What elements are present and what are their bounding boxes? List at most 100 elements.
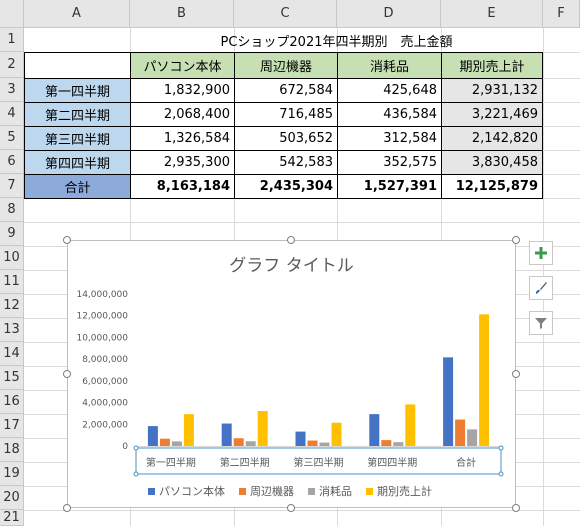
resize-handle-bottom-left[interactable] [63, 504, 71, 512]
bar[interactable] [331, 422, 342, 446]
row-header-17[interactable]: 17 [0, 414, 24, 438]
row-header-16[interactable]: 16 [0, 390, 24, 414]
header-pc[interactable]: パソコン本体 [130, 52, 235, 79]
row-header-9[interactable]: 9 [0, 222, 24, 246]
row-header-4[interactable]: 4 [0, 102, 24, 126]
chart-area[interactable]: グラフ タイトル 0 2,000,000 4,000,000 6,000,000 8,0… [67, 240, 516, 508]
bar[interactable] [479, 314, 490, 446]
table-cell[interactable]: 2,068,400 [130, 102, 235, 127]
row-header-10[interactable]: 10 [0, 246, 24, 270]
row-header-8[interactable]: 8 [0, 198, 24, 222]
bar[interactable] [393, 442, 404, 446]
resize-handle-top-right[interactable] [512, 236, 520, 244]
resize-handle-bottom-right[interactable] [512, 504, 520, 512]
bar[interactable] [369, 414, 380, 446]
bar[interactable] [455, 419, 466, 446]
bar[interactable] [443, 357, 454, 446]
row-header-12[interactable]: 12 [0, 294, 24, 318]
table-cell[interactable]: 312,584 [337, 126, 442, 151]
chart-elements-button[interactable] [529, 241, 553, 265]
axis-selection-handle[interactable] [498, 445, 504, 451]
chart-filters-button[interactable] [529, 311, 553, 335]
bar[interactable] [295, 431, 306, 446]
bar[interactable] [221, 423, 232, 446]
table-cell[interactable]: 1,832,900 [130, 78, 235, 103]
resize-handle-bottom[interactable] [287, 504, 295, 512]
header-period-total[interactable]: 期別売上計 [441, 52, 543, 79]
row-header-18[interactable]: 18 [0, 438, 24, 462]
quarter-label[interactable]: 第四四半期 [24, 150, 131, 175]
table-cell[interactable]: 436,584 [337, 102, 442, 127]
bar[interactable] [257, 411, 268, 446]
table-cell[interactable]: 672,584 [234, 78, 338, 103]
cell-a2[interactable] [24, 52, 131, 79]
header-peripherals[interactable]: 周辺機器 [234, 52, 338, 79]
total-cell[interactable]: 12,125,879 [441, 174, 543, 199]
column-header-a[interactable]: A [24, 0, 130, 28]
total-cell[interactable]: 2,435,304 [234, 174, 338, 199]
table-cell[interactable]: 2,935,300 [130, 150, 235, 175]
legend-item[interactable]: 消耗品 [308, 483, 352, 499]
table-cell[interactable]: 1,326,584 [130, 126, 235, 151]
header-consumables[interactable]: 消耗品 [337, 52, 442, 79]
legend-item[interactable]: 期別売上計 [366, 483, 432, 499]
bar[interactable] [183, 414, 194, 446]
row-header-7[interactable]: 7 [0, 174, 24, 198]
chart-styles-button[interactable] [529, 276, 553, 300]
axis-selection-handle[interactable] [498, 471, 504, 477]
total-label[interactable]: 合計 [24, 174, 131, 199]
bar[interactable] [171, 441, 182, 446]
row-header-15[interactable]: 15 [0, 366, 24, 390]
axis-selection-handle[interactable] [133, 471, 139, 477]
row-header-2[interactable]: 2 [0, 52, 24, 78]
table-cell[interactable]: 716,485 [234, 102, 338, 127]
bar[interactable] [405, 404, 416, 446]
bar[interactable] [319, 442, 330, 446]
column-header-c[interactable]: C [234, 0, 337, 28]
total-cell[interactable]: 1,527,391 [337, 174, 442, 199]
column-header-f[interactable]: F [543, 0, 580, 28]
table-cell[interactable]: 503,652 [234, 126, 338, 151]
column-header-d[interactable]: D [337, 0, 441, 28]
quarter-label[interactable]: 第二四半期 [24, 102, 131, 127]
row-header-3[interactable]: 3 [0, 78, 24, 102]
row-header-5[interactable]: 5 [0, 126, 24, 150]
legend-item[interactable]: パソコン本体 [148, 483, 225, 499]
table-cell[interactable]: 2,931,132 [441, 78, 543, 103]
bar[interactable] [147, 426, 158, 446]
row-header-1[interactable]: 1 [0, 28, 24, 52]
bar[interactable] [381, 440, 392, 446]
legend-item[interactable]: 周辺機器 [239, 483, 294, 499]
resize-handle-right[interactable] [512, 370, 520, 378]
bar[interactable] [307, 440, 318, 446]
bar[interactable] [233, 438, 244, 446]
row-header-21[interactable]: 21 [0, 510, 24, 526]
resize-handle-top-left[interactable] [63, 236, 71, 244]
select-all-corner[interactable] [0, 0, 24, 28]
table-title[interactable]: PCショップ2021年四半期別 売上金額 [130, 28, 543, 52]
bar[interactable] [245, 441, 256, 446]
row-header-13[interactable]: 13 [0, 318, 24, 342]
row-header-14[interactable]: 14 [0, 342, 24, 366]
table-cell[interactable]: 3,830,458 [441, 150, 543, 175]
row-header-6[interactable]: 6 [0, 150, 24, 174]
table-cell[interactable]: 2,142,820 [441, 126, 543, 151]
bar-chart[interactable]: 0 2,000,000 4,000,000 6,000,000 8,000,000 10,… [68, 241, 515, 507]
chart-legend[interactable]: パソコン本体 周辺機器 消耗品 期別売上計 [0, 483, 580, 499]
row-header-11[interactable]: 11 [0, 270, 24, 294]
table-cell[interactable]: 542,583 [234, 150, 338, 175]
table-cell[interactable]: 3,221,469 [441, 102, 543, 127]
bar[interactable] [159, 438, 170, 446]
quarter-label[interactable]: 第三四半期 [24, 126, 131, 151]
quarter-label[interactable]: 第一四半期 [24, 78, 131, 103]
axis-selection-handle[interactable] [133, 445, 139, 451]
resize-handle-top[interactable] [287, 236, 295, 244]
resize-handle-left[interactable] [63, 370, 71, 378]
column-header-b[interactable]: B [130, 0, 234, 28]
total-cell[interactable]: 8,163,184 [130, 174, 235, 199]
table-cell[interactable]: 425,648 [337, 78, 442, 103]
bar[interactable] [467, 429, 478, 446]
table-cell[interactable]: 352,575 [337, 150, 442, 175]
column-header-e[interactable]: E [441, 0, 543, 28]
x-tick-label: 第一四半期 [146, 456, 196, 469]
